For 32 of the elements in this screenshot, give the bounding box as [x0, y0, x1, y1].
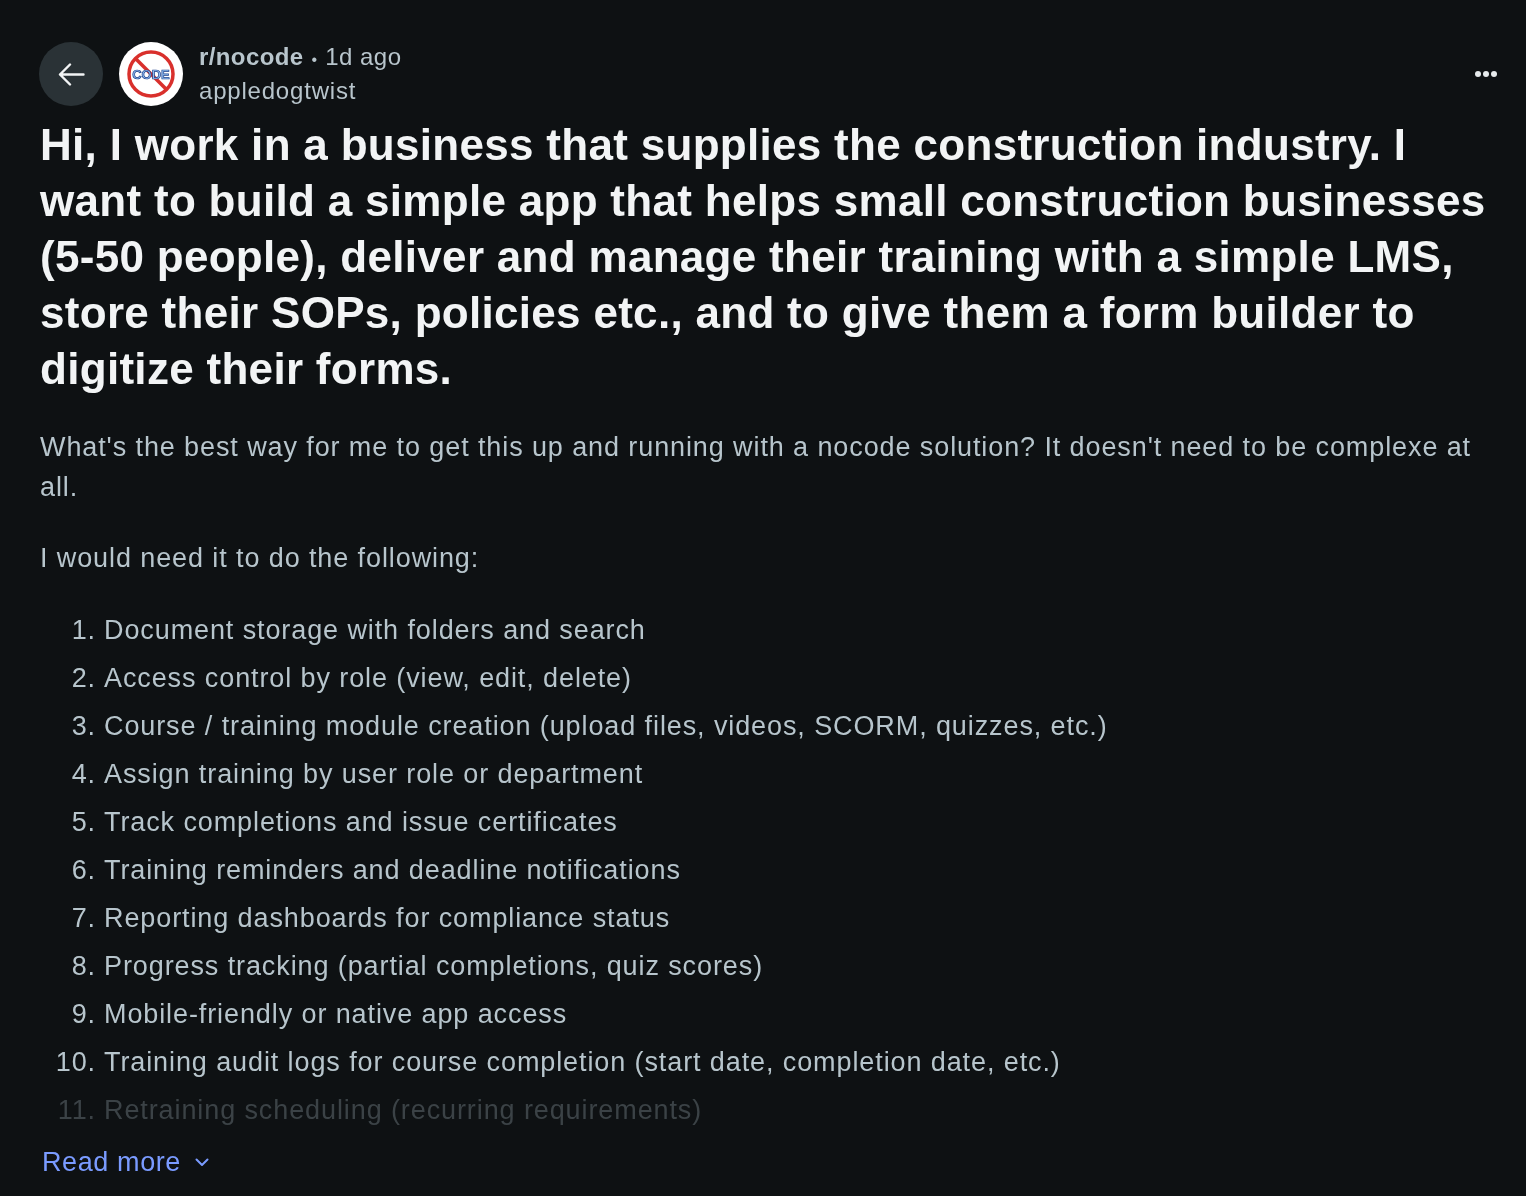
list-number: 1.: [70, 614, 96, 647]
post-time: 1d ago: [325, 43, 402, 71]
list-number: 10.: [54, 1046, 96, 1079]
list-item-text: Track completions and issue certificates: [104, 806, 618, 839]
body-paragraph: What's the best way for me to get this up and running with a nocode solution? It doesn't need to be complexe at all.: [40, 431, 1473, 504]
separator-dot: •: [311, 51, 318, 69]
author-link[interactable]: appledogtwist: [199, 77, 357, 105]
post-title: Hi, I work in a business that supplies the construction industry. I want to build a simple app that helps small construction businesses (5-50 people), deliver and manage their training with a simple LMS, store their SOPs, policies etc., and to give them a form builder to digitize their forms.: [40, 119, 1487, 395]
more-icon: [1475, 71, 1497, 77]
list-item-text: Reporting dashboards for compliance status: [104, 902, 671, 935]
list-item-text: Course / training module creation (upload files, videos, SCORM, quizzes, etc.): [104, 710, 1108, 743]
list-number: 8.: [70, 950, 96, 983]
list-number: 2.: [70, 662, 96, 695]
list-item-text: Document storage with folders and search: [104, 614, 646, 647]
list-number: 3.: [70, 710, 96, 743]
list-item-text: Training audit logs for course completion (start date, completion date, etc.): [104, 1046, 1061, 1079]
list-number: 7.: [70, 902, 96, 935]
list-item-text: Progress tracking (partial completions, quiz scores): [104, 950, 764, 983]
more-options-button[interactable]: [1475, 71, 1497, 77]
list-number: 4.: [70, 758, 96, 791]
list-item-text: Mobile-friendly or native app access: [104, 998, 568, 1031]
subreddit-link[interactable]: r/nocode: [199, 43, 304, 71]
list-item-text: Access control by role (view, edit, delete): [104, 662, 632, 695]
list-number: 6.: [70, 854, 96, 887]
body-paragraph: I would need it to do the following:: [40, 542, 481, 575]
list-item-text: Training reminders and deadline notifications: [104, 854, 681, 887]
chevron-down-icon: [194, 1157, 209, 1167]
list-number: 5.: [70, 806, 96, 839]
read-more-link[interactable]: Read more: [42, 1142, 209, 1182]
back-arrow-icon: [57, 62, 85, 86]
list-number: 9.: [70, 998, 96, 1031]
list-item-text: Assign training by user role or department: [104, 758, 644, 791]
